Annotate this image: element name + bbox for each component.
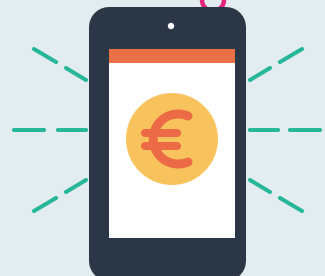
mobile-payment-illustration: [0, 0, 325, 276]
front-camera: [167, 22, 175, 30]
illustration-canvas: [0, 0, 325, 276]
screen-header-bar: [109, 49, 235, 63]
euro-coin: [126, 93, 218, 185]
coin: [126, 93, 218, 185]
